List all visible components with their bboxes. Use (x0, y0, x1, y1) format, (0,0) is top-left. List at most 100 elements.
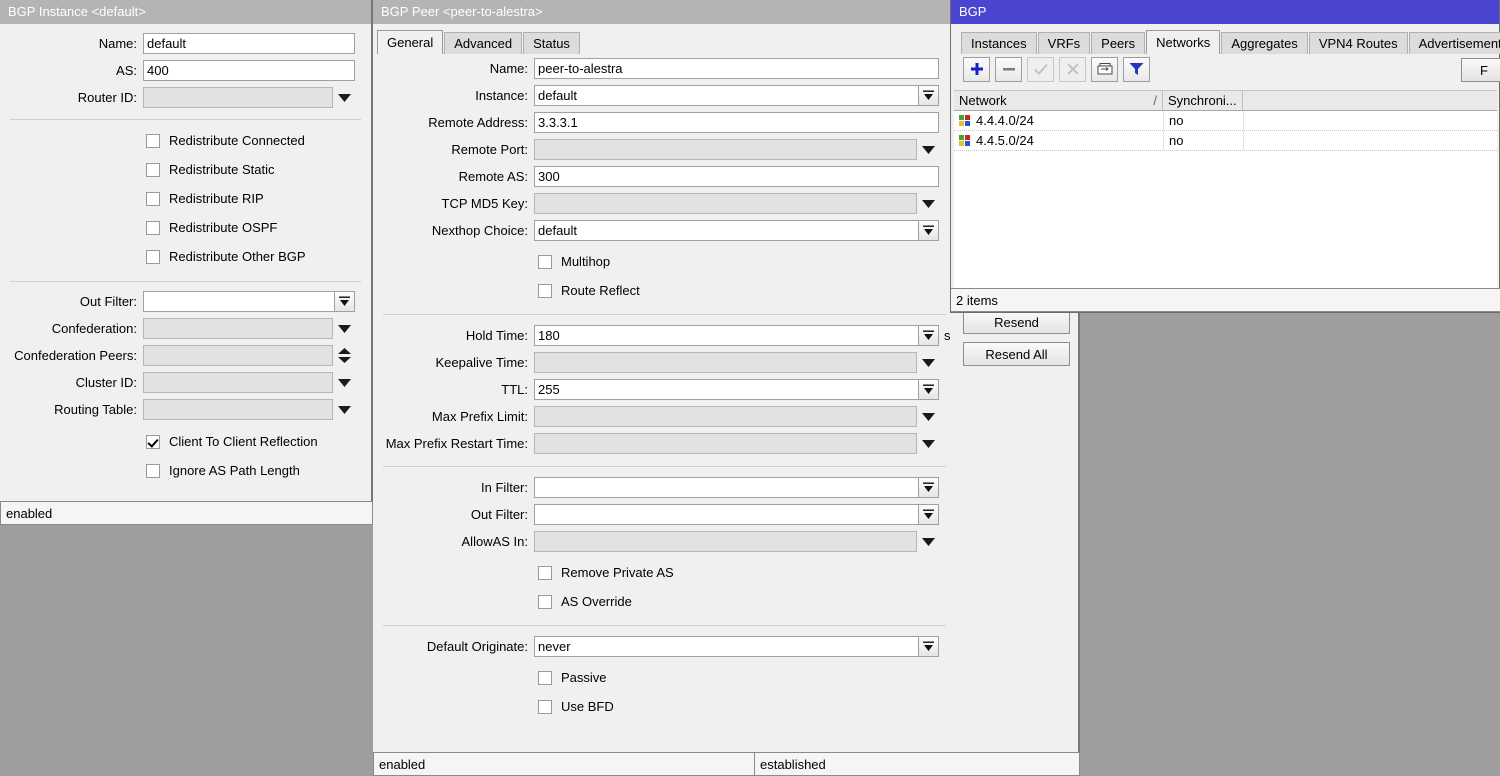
checkbox-row[interactable]: Client To Client Reflection (146, 427, 371, 456)
checkbox-row[interactable]: Use BFD (538, 692, 952, 721)
tab-general[interactable]: General (377, 30, 443, 54)
out-filter-dropdown-icon[interactable] (335, 291, 355, 312)
remove-private-as-checkbox[interactable] (538, 566, 552, 580)
peer-out-filter-input[interactable] (534, 504, 919, 525)
chevron-down-icon[interactable] (917, 406, 939, 427)
bgp-window-titlebar[interactable]: BGP (951, 0, 1499, 24)
default-originate-input[interactable]: never (534, 636, 919, 657)
chevron-down-icon[interactable] (917, 139, 939, 160)
allowas-in-input[interactable] (534, 531, 917, 552)
ttl-input[interactable]: 255 (534, 379, 919, 400)
client-to-client-reflection-checkbox[interactable] (146, 435, 160, 449)
tab-status[interactable]: Status (523, 32, 580, 54)
peer-name-input[interactable]: peer-to-alestra (534, 58, 939, 79)
checkbox-row[interactable]: Redistribute OSPF (146, 213, 371, 242)
chevron-down-icon[interactable] (333, 372, 355, 393)
tab-advanced[interactable]: Advanced (444, 32, 522, 54)
checkbox-row[interactable]: Remove Private AS (538, 558, 952, 587)
routing-table-input[interactable] (143, 399, 333, 420)
tab-networks[interactable]: Networks (1146, 30, 1220, 54)
multihop-checkbox[interactable] (538, 255, 552, 269)
instance-dropdown-icon[interactable] (919, 85, 939, 106)
disable-button[interactable] (1059, 57, 1086, 82)
tab-peers[interactable]: Peers (1091, 32, 1145, 54)
redistribute-rip-checkbox[interactable] (146, 192, 160, 206)
resend-all-button[interactable]: Resend All (963, 342, 1070, 366)
ignore-as-path-length-checkbox[interactable] (146, 464, 160, 478)
redistribute-other-bgp-checkbox[interactable] (146, 250, 160, 264)
default-originate-dropdown-icon[interactable] (919, 636, 939, 657)
table-row[interactable]: 4.4.5.0/24 no (954, 131, 1497, 151)
cluster-id-input[interactable] (143, 372, 333, 393)
confederation-input[interactable] (143, 318, 333, 339)
tab-instances[interactable]: Instances (961, 32, 1037, 54)
checkbox-row[interactable]: Redistribute Connected (146, 126, 371, 155)
spinner-up-down-icon[interactable] (333, 345, 355, 366)
checkbox-row[interactable]: Redistribute Static (146, 155, 371, 184)
column-header-synchronize[interactable]: Synchroni... (1163, 91, 1243, 110)
remote-address-input[interactable]: 3.3.3.1 (534, 112, 939, 133)
chevron-down-icon[interactable] (333, 399, 355, 420)
chevron-down-icon[interactable] (917, 352, 939, 373)
router-id-input[interactable] (143, 87, 333, 108)
tab-advertisements[interactable]: Advertisements (1409, 32, 1500, 54)
form-row-in-filter: In Filter: (377, 474, 952, 501)
max-prefix-limit-input[interactable] (534, 406, 917, 427)
nexthop-choice-dropdown-icon[interactable] (919, 220, 939, 241)
in-filter-input[interactable] (534, 477, 919, 498)
bgp-instance-titlebar[interactable]: BGP Instance <default> (0, 0, 371, 24)
chevron-down-icon[interactable] (333, 87, 355, 108)
remove-button[interactable] (995, 57, 1022, 82)
redistribute-connected-checkbox[interactable] (146, 134, 160, 148)
checkbox-row[interactable]: Redistribute Other BGP (146, 242, 371, 271)
checkbox-row[interactable]: Multihop (538, 247, 952, 276)
hold-time-dropdown-icon[interactable] (919, 325, 939, 346)
instance-input[interactable]: default (534, 85, 919, 106)
checkbox-row[interactable]: Redistribute RIP (146, 184, 371, 213)
filter-button[interactable] (1123, 57, 1150, 82)
use-bfd-checkbox[interactable] (538, 700, 552, 714)
max-prefix-restart-time-input[interactable] (534, 433, 917, 454)
ttl-dropdown-icon[interactable] (919, 379, 939, 400)
keepalive-time-input[interactable] (534, 352, 917, 373)
cell-synchronize: no (1163, 131, 1243, 150)
peer-out-filter-dropdown-icon[interactable] (919, 504, 939, 525)
passive-checkbox[interactable] (538, 671, 552, 685)
as-override-checkbox[interactable] (538, 595, 552, 609)
as-input[interactable]: 400 (143, 60, 355, 81)
table-row[interactable]: 4.4.4.0/24 no (954, 111, 1497, 131)
chevron-down-icon[interactable] (917, 531, 939, 552)
in-filter-dropdown-icon[interactable] (919, 477, 939, 498)
tab-vpn4-routes[interactable]: VPN4 Routes (1309, 32, 1408, 54)
nexthop-choice-input[interactable]: default (534, 220, 919, 241)
resend-button[interactable]: Resend (963, 310, 1070, 334)
name-input[interactable]: default (143, 33, 355, 54)
chevron-down-icon[interactable] (917, 193, 939, 214)
tab-vrfs[interactable]: VRFs (1038, 32, 1091, 54)
out-filter-input[interactable] (143, 291, 335, 312)
column-header-network[interactable]: Network / (954, 91, 1163, 110)
enable-button[interactable] (1027, 57, 1054, 82)
confederation-peers-input[interactable] (143, 345, 333, 366)
add-button[interactable] (963, 57, 990, 82)
bgp-instance-window: BGP Instance <default> Name: default AS:… (0, 0, 373, 525)
comment-button[interactable] (1091, 57, 1118, 82)
hold-time-unit-label: s (939, 328, 951, 343)
checkbox-label: AS Override (552, 594, 632, 609)
checkbox-row[interactable]: AS Override (538, 587, 952, 616)
tab-aggregates[interactable]: Aggregates (1221, 32, 1308, 54)
checkbox-row[interactable]: Passive (538, 663, 952, 692)
redistribute-ospf-checkbox[interactable] (146, 221, 160, 235)
remote-port-input[interactable] (534, 139, 917, 160)
checkbox-row[interactable]: Route Reflect (538, 276, 952, 305)
chevron-down-icon[interactable] (917, 433, 939, 454)
route-reflect-checkbox[interactable] (538, 284, 552, 298)
remote-as-input[interactable]: 300 (534, 166, 939, 187)
chevron-down-icon[interactable] (333, 318, 355, 339)
checkbox-row[interactable]: Ignore AS Path Length (146, 456, 371, 485)
hold-time-input[interactable]: 180 (534, 325, 919, 346)
tcp-md5-key-input[interactable] (534, 193, 917, 214)
form-row-keepalive-time: Keepalive Time: (377, 349, 952, 376)
find-button[interactable]: F (1461, 58, 1500, 82)
redistribute-static-checkbox[interactable] (146, 163, 160, 177)
